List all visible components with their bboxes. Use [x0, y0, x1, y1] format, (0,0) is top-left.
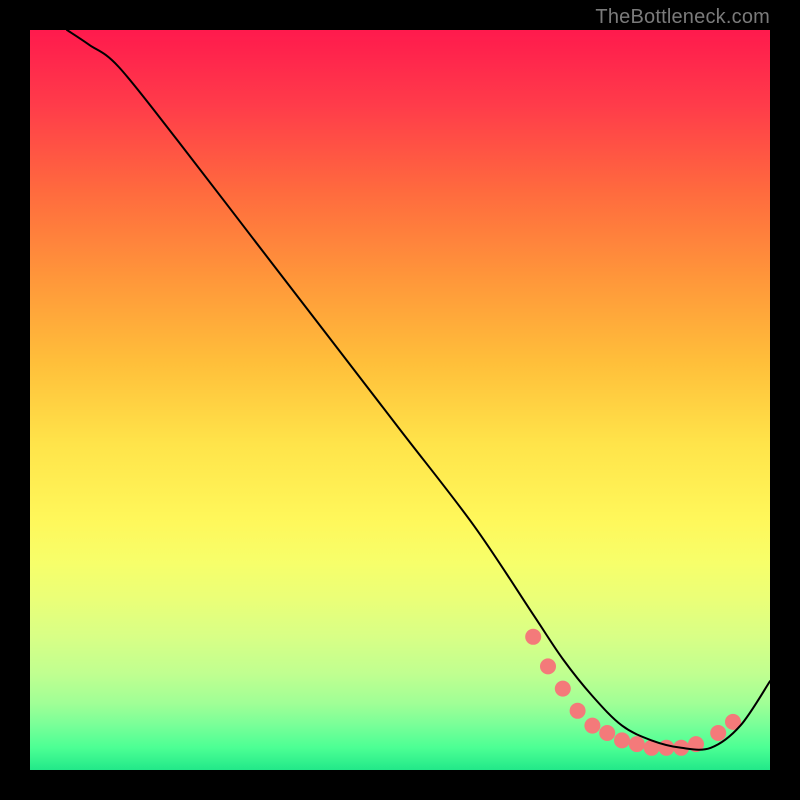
marker-dot — [525, 629, 541, 645]
attribution-text: TheBottleneck.com — [595, 6, 770, 29]
marker-dot — [658, 740, 674, 756]
marker-dot — [599, 725, 615, 741]
marker-dot — [614, 732, 630, 748]
chart-frame: TheBottleneck.com — [0, 0, 800, 800]
marker-dot — [540, 658, 556, 674]
marker-dot — [584, 718, 600, 734]
chart-svg — [30, 30, 770, 770]
marker-dot — [555, 681, 571, 697]
bottleneck-curve — [67, 30, 770, 750]
marker-dot — [710, 725, 726, 741]
marker-layer — [525, 629, 741, 756]
marker-dot — [629, 736, 645, 752]
plot-area — [30, 30, 770, 770]
marker-dot — [570, 703, 586, 719]
